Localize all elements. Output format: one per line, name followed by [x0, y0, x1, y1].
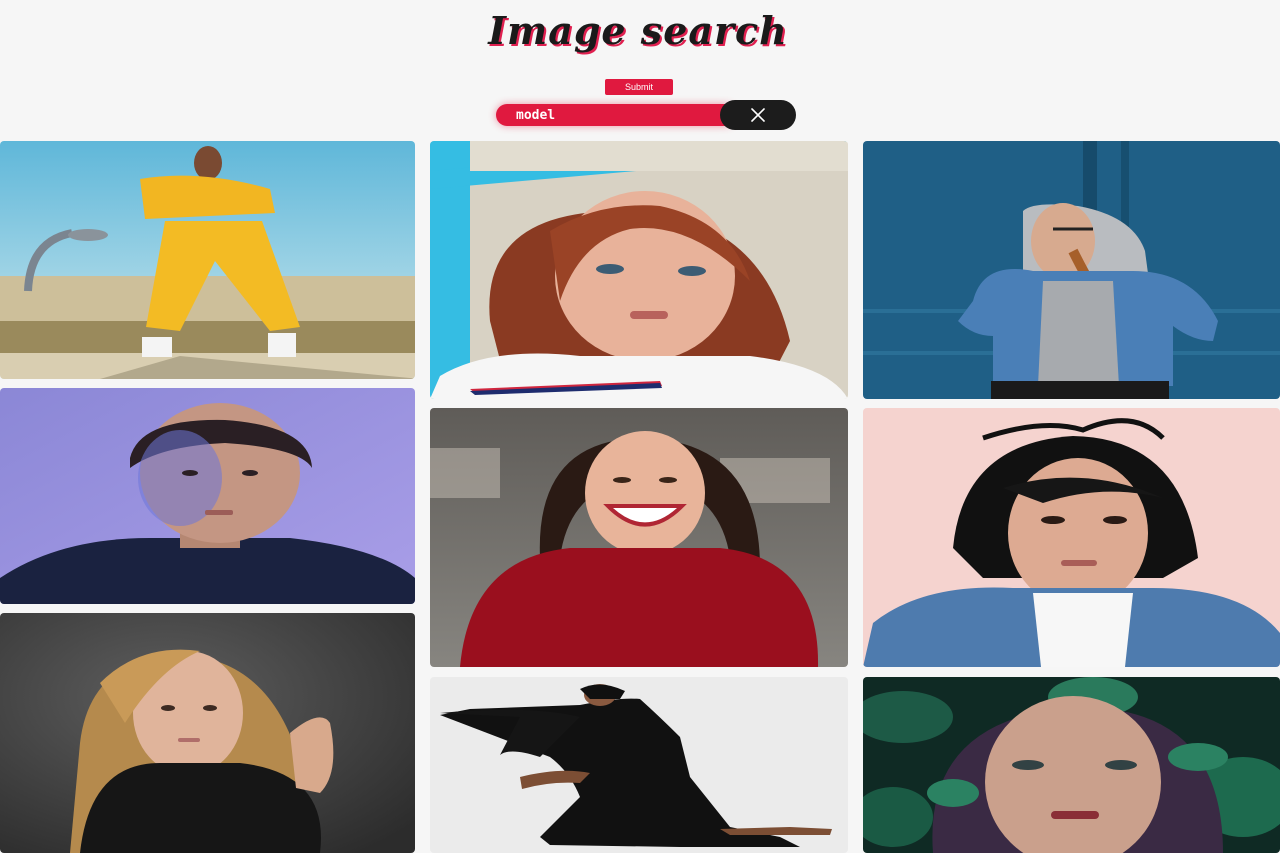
photo-dark-hair-denim-pink-wall[interactable]	[863, 408, 1280, 667]
photo-blue-light-portrait[interactable]	[0, 388, 415, 604]
photo-leaves-portrait[interactable]	[863, 677, 1280, 853]
photo-yellow-tracksuit-beach[interactable]	[0, 141, 415, 379]
photo-black-dress-dancer[interactable]	[430, 677, 848, 853]
photo-grey-hoodie-denim-blue-wall[interactable]	[863, 141, 1280, 399]
photo-smiling-red-top[interactable]	[430, 408, 848, 667]
photo-blonde-dark-background[interactable]	[0, 613, 415, 853]
photo-red-hair-white-tee[interactable]	[430, 141, 848, 399]
image-results-grid	[0, 0, 1280, 853]
